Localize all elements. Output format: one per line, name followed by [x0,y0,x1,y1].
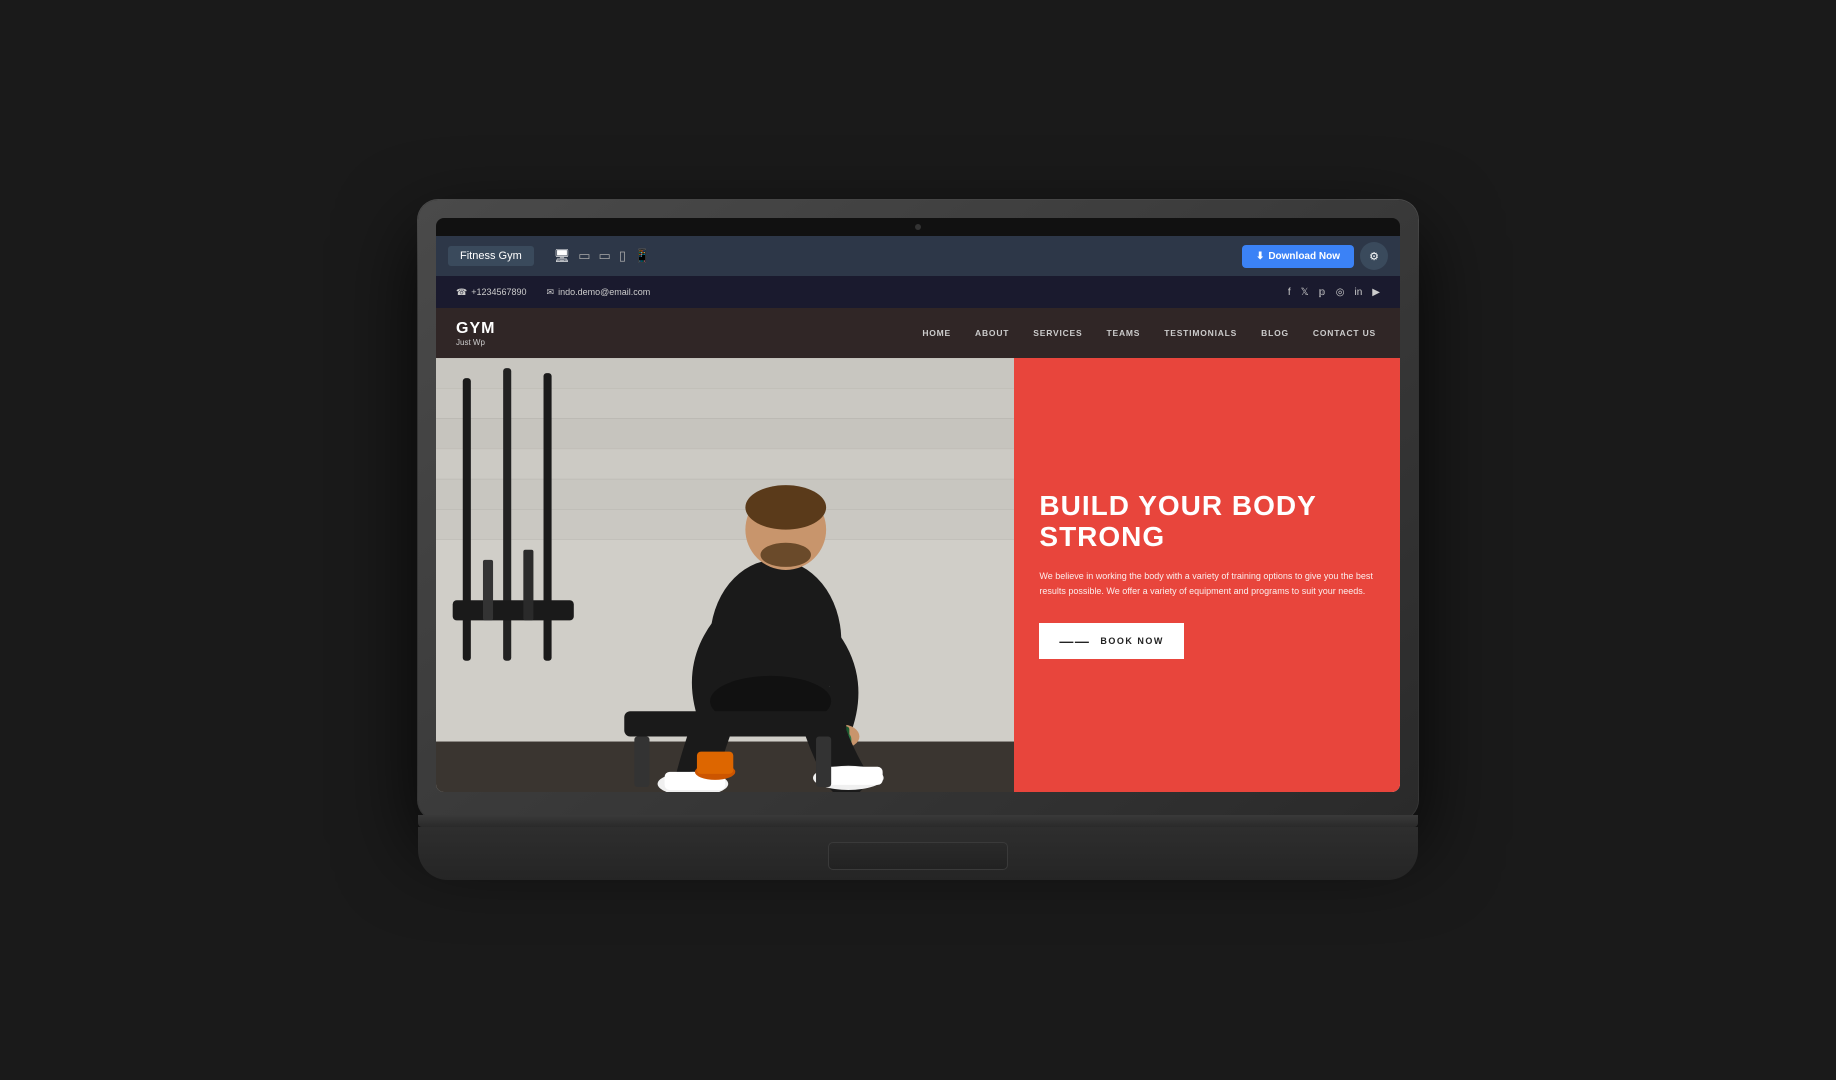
laptop-bottom: MacBook [418,827,1418,880]
hero-section: BUILD YOUR BODY STRONG We believe in wor… [436,358,1400,792]
nav-teams[interactable]: TEAMS [1103,326,1145,340]
hero-title: BUILD YOUR BODY STRONG [1039,491,1375,553]
nav-about[interactable]: ABOUT [971,326,1013,340]
toolbar-bar: Fitness Gym 🖥 ▭ ▭ ▯ 📱 ⬇ Download Now [436,236,1400,276]
hero-image [436,358,1014,792]
contact-info: ☎ +1234567890 ✉ indo.demo@email.com [456,287,1288,298]
book-btn-arrow: —— [1059,633,1090,649]
toolbar-title: Fitness Gym [448,246,534,266]
linkedin-icon[interactable]: in [1355,287,1363,298]
phone-number: +1234567890 [471,287,526,297]
email-item: ✉ indo.demo@email.com [547,287,651,298]
laptop-hinge [418,815,1418,827]
phone-icon: ☎ [456,287,467,298]
phone-item: ☎ +1234567890 [456,287,527,298]
nav-contact[interactable]: CONTACT US [1309,326,1380,340]
tablet-icon[interactable]: ▭ [599,248,611,264]
nav-home[interactable]: HOME [918,326,955,340]
logo-sub: Just Wp [456,338,495,347]
download-label: Download Now [1268,251,1340,262]
navbar: GYM Just Wp HOME ABOUT SERVICES TEAMS TE… [436,308,1400,358]
contact-bar: ☎ +1234567890 ✉ indo.demo@email.com f 𝕏 [436,276,1400,308]
website: Fitness Gym 🖥 ▭ ▭ ▯ 📱 ⬇ Download Now [436,236,1400,792]
laptop-lid: Fitness Gym 🖥 ▭ ▭ ▯ 📱 ⬇ Download Now [418,200,1418,820]
nav-blog[interactable]: BLOG [1257,326,1293,340]
nav-testimonials[interactable]: TESTIMONIALS [1160,326,1241,340]
email-address: indo.demo@email.com [558,287,650,297]
twitter-icon[interactable]: 𝕏 [1301,287,1309,298]
screen-bezel: Fitness Gym 🖥 ▭ ▭ ▯ 📱 ⬇ Download Now [436,218,1400,792]
book-btn-label: BOOK NOW [1100,636,1164,646]
nav-links: HOME ABOUT SERVICES TEAMS TESTIMONIALS B… [918,326,1380,340]
youtube-icon[interactable]: ▶ [1372,287,1380,298]
desktop-icon[interactable]: 🖥 [554,248,571,264]
email-icon: ✉ [547,287,555,298]
instagram-icon[interactable]: ◎ [1336,287,1345,298]
settings-icon[interactable]: ⚙ [1360,242,1388,270]
site-logo: GYM Just Wp [456,320,495,347]
facebook-icon[interactable]: f [1288,287,1291,298]
device-icons: 🖥 ▭ ▭ ▯ 📱 [554,248,1242,264]
screen-content: Fitness Gym 🖥 ▭ ▭ ▯ 📱 ⬇ Download Now [436,236,1400,792]
tablet-small-icon[interactable]: ▯ [619,248,626,264]
hero-description: We believe in working the body with a va… [1039,569,1375,600]
hero-cta-panel: BUILD YOUR BODY STRONG We believe in wor… [1014,358,1400,792]
pinterest-icon[interactable]: 𝕡 [1319,287,1326,298]
laptop-scene: Fitness Gym 🖥 ▭ ▭ ▯ 📱 ⬇ Download Now [418,200,1418,880]
mobile-icon[interactable]: 📱 [634,248,650,264]
nav-services[interactable]: SERVICES [1029,326,1086,340]
logo-title: GYM [456,320,495,338]
monitor-icon[interactable]: ▭ [578,248,590,264]
social-icons: f 𝕏 𝕡 ◎ in ▶ [1288,287,1380,298]
trackpad [828,842,1008,870]
download-icon: ⬇ [1256,251,1264,262]
camera-dot [915,224,921,230]
book-now-button[interactable]: —— BOOK NOW [1039,623,1184,659]
download-button[interactable]: ⬇ Download Now [1242,245,1354,268]
laptop-base: MacBook [418,815,1418,880]
